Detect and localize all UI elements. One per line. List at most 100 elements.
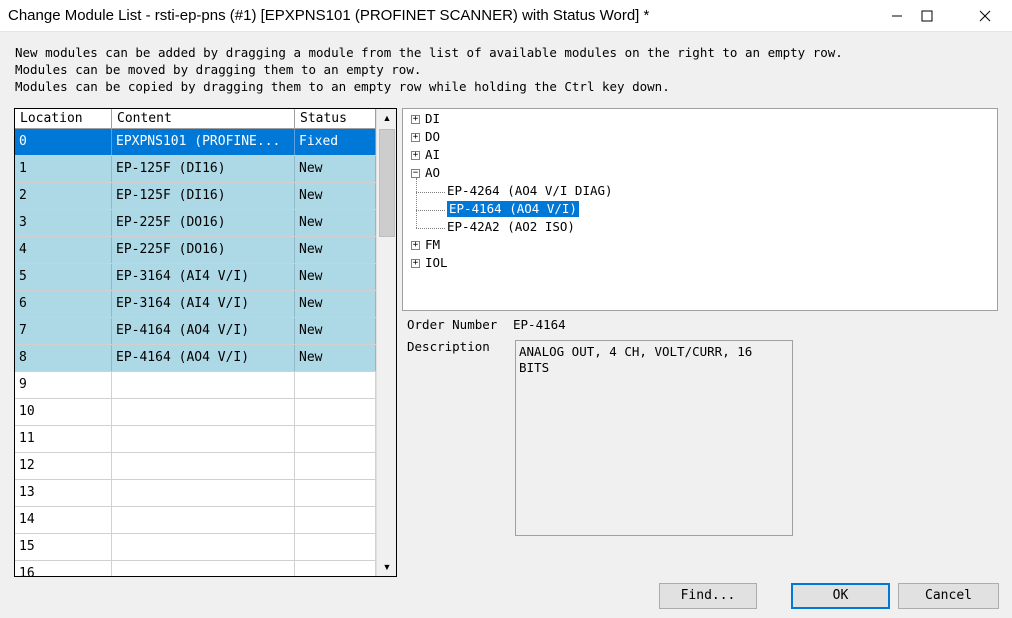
table-row[interactable]: 9	[15, 372, 376, 399]
instruction-line: Modules can be moved by dragging them to…	[15, 62, 422, 77]
tree-module-label: EP-42A2 (AO2 ISO)	[447, 219, 575, 234]
scroll-up-button[interactable]: ▲	[377, 109, 396, 127]
table-cell-status: New	[295, 156, 376, 182]
table-cell-status: New	[295, 264, 376, 290]
table-row[interactable]: 10	[15, 399, 376, 426]
table-cell-status: New	[295, 318, 376, 344]
tree-category-label: IOL	[425, 255, 448, 270]
tree-connector	[416, 192, 445, 193]
tree-category-label: FM	[425, 237, 441, 252]
table-cell-status: New	[295, 210, 376, 236]
table-cell-content: EP-4164 (AO4 V/I)	[112, 345, 295, 371]
table-cell-location: 9	[15, 372, 112, 398]
table-cell-status: New	[295, 183, 376, 209]
table-row[interactable]: 5 EP-3164 (AI4 V/I) New	[15, 264, 376, 291]
table-scrollbar[interactable]: ▲ ▼	[376, 109, 396, 576]
table-cell-location: 8	[15, 345, 112, 371]
table-row[interactable]: 15	[15, 534, 376, 561]
table-cell-status	[295, 480, 376, 506]
expand-icon[interactable]: +	[411, 241, 420, 250]
table-row[interactable]: 7 EP-4164 (AO4 V/I) New	[15, 318, 376, 345]
module-table: Location Content Status 0 EPXPNS101 (PROF…	[14, 108, 397, 577]
table-row[interactable]: 3 EP-225F (DO16) New	[15, 210, 376, 237]
table-cell-location: 6	[15, 291, 112, 317]
table-cell-content: EP-3164 (AI4 V/I)	[112, 264, 295, 290]
table-cell-content	[112, 480, 295, 506]
tree-category-label: DO	[425, 129, 441, 144]
table-cell-location: 11	[15, 426, 112, 452]
minimize-icon	[892, 15, 902, 17]
table-cell-content: EP-4164 (AO4 V/I)	[112, 318, 295, 344]
scrollbar-thumb[interactable]	[379, 129, 395, 237]
table-row[interactable]: 1 EP-125F (DI16) New	[15, 156, 376, 183]
expand-icon[interactable]: +	[411, 259, 420, 268]
table-cell-content: EP-125F (DI16)	[112, 156, 295, 182]
table-cell-status: New	[295, 291, 376, 317]
module-tree: + DI + DO + AI − AO EP-4264 (AO4 V/I DIAG) EP-416…	[402, 108, 998, 311]
instruction-line: New modules can be added by dragging a m…	[15, 45, 843, 60]
expand-icon[interactable]: +	[411, 151, 420, 160]
scroll-down-button[interactable]: ▼	[377, 558, 396, 576]
table-cell-content	[112, 561, 295, 576]
tree-category-label: AO	[425, 165, 441, 180]
description-field[interactable]: ANALOG OUT, 4 CH, VOLT/CURR, 16 BITS	[515, 340, 793, 536]
table-cell-status	[295, 534, 376, 560]
table-row[interactable]: 6 EP-3164 (AI4 V/I) New	[15, 291, 376, 318]
table-cell-location: 4	[15, 237, 112, 263]
table-row[interactable]: 4 EP-225F (DO16) New	[15, 237, 376, 264]
table-cell-status	[295, 399, 376, 425]
tree-module-label: EP-4264 (AO4 V/I DIAG)	[447, 183, 613, 198]
table-cell-content: EP-125F (DI16)	[112, 183, 295, 209]
table-row[interactable]: 11	[15, 426, 376, 453]
find-button[interactable]: Find...	[659, 583, 757, 609]
description-label: Description	[407, 339, 490, 354]
table-cell-location: 1	[15, 156, 112, 182]
table-cell-status	[295, 372, 376, 398]
column-header-content[interactable]: Content	[112, 109, 295, 128]
table-row[interactable]: 12	[15, 453, 376, 480]
table-cell-content: EP-225F (DO16)	[112, 210, 295, 236]
table-cell-status: New	[295, 345, 376, 371]
table-cell-status	[295, 561, 376, 576]
table-cell-status: Fixed	[295, 129, 376, 155]
table-cell-content	[112, 453, 295, 479]
table-row[interactable]: 13	[15, 480, 376, 507]
tree-category-label: AI	[425, 147, 441, 162]
order-number-label: Order Number	[407, 317, 498, 332]
collapse-icon[interactable]: −	[411, 169, 420, 178]
table-row[interactable]: 0 EPXPNS101 (PROFINE... Fixed	[15, 129, 376, 156]
expand-icon[interactable]: +	[411, 133, 420, 142]
table-cell-status	[295, 453, 376, 479]
table-cell-location: 0	[15, 129, 112, 155]
close-button[interactable]	[962, 0, 1008, 32]
table-cell-location: 7	[15, 318, 112, 344]
table-cell-content	[112, 399, 295, 425]
table-cell-location: 13	[15, 480, 112, 506]
table-cell-location: 3	[15, 210, 112, 236]
tree-connector	[416, 178, 417, 228]
table-row[interactable]: 16	[15, 561, 376, 576]
ok-button[interactable]: OK	[791, 583, 890, 609]
title-bar: Change Module List - rsti-ep-pns (#1) [E…	[0, 0, 1012, 32]
column-header-status[interactable]: Status	[295, 109, 376, 128]
arrow-up-icon: ▲	[382, 113, 392, 123]
expand-icon[interactable]: +	[411, 115, 420, 124]
table-row[interactable]: 8 EP-4164 (AO4 V/I) New	[15, 345, 376, 372]
table-cell-location: 10	[15, 399, 112, 425]
tree-module-label: EP-4164 (AO4 V/I)	[447, 201, 579, 217]
window-title: Change Module List - rsti-ep-pns (#1) [E…	[8, 7, 650, 24]
table-header: Location Content Status	[15, 109, 376, 129]
table-row[interactable]: 14	[15, 507, 376, 534]
arrow-down-icon: ▼	[382, 562, 392, 572]
cancel-button[interactable]: Cancel	[898, 583, 999, 609]
table-cell-location: 12	[15, 453, 112, 479]
table-body: 0 EPXPNS101 (PROFINE... Fixed 1 EP-125F (DI1…	[15, 129, 376, 576]
maximize-button[interactable]	[904, 0, 950, 32]
table-cell-status: New	[295, 237, 376, 263]
table-cell-location: 16	[15, 561, 112, 576]
table-cell-content: EPXPNS101 (PROFINE...	[112, 129, 295, 155]
tree-connector	[416, 210, 445, 211]
table-row[interactable]: 2 EP-125F (DI16) New	[15, 183, 376, 210]
table-cell-content	[112, 372, 295, 398]
column-header-location[interactable]: Location	[15, 109, 112, 128]
